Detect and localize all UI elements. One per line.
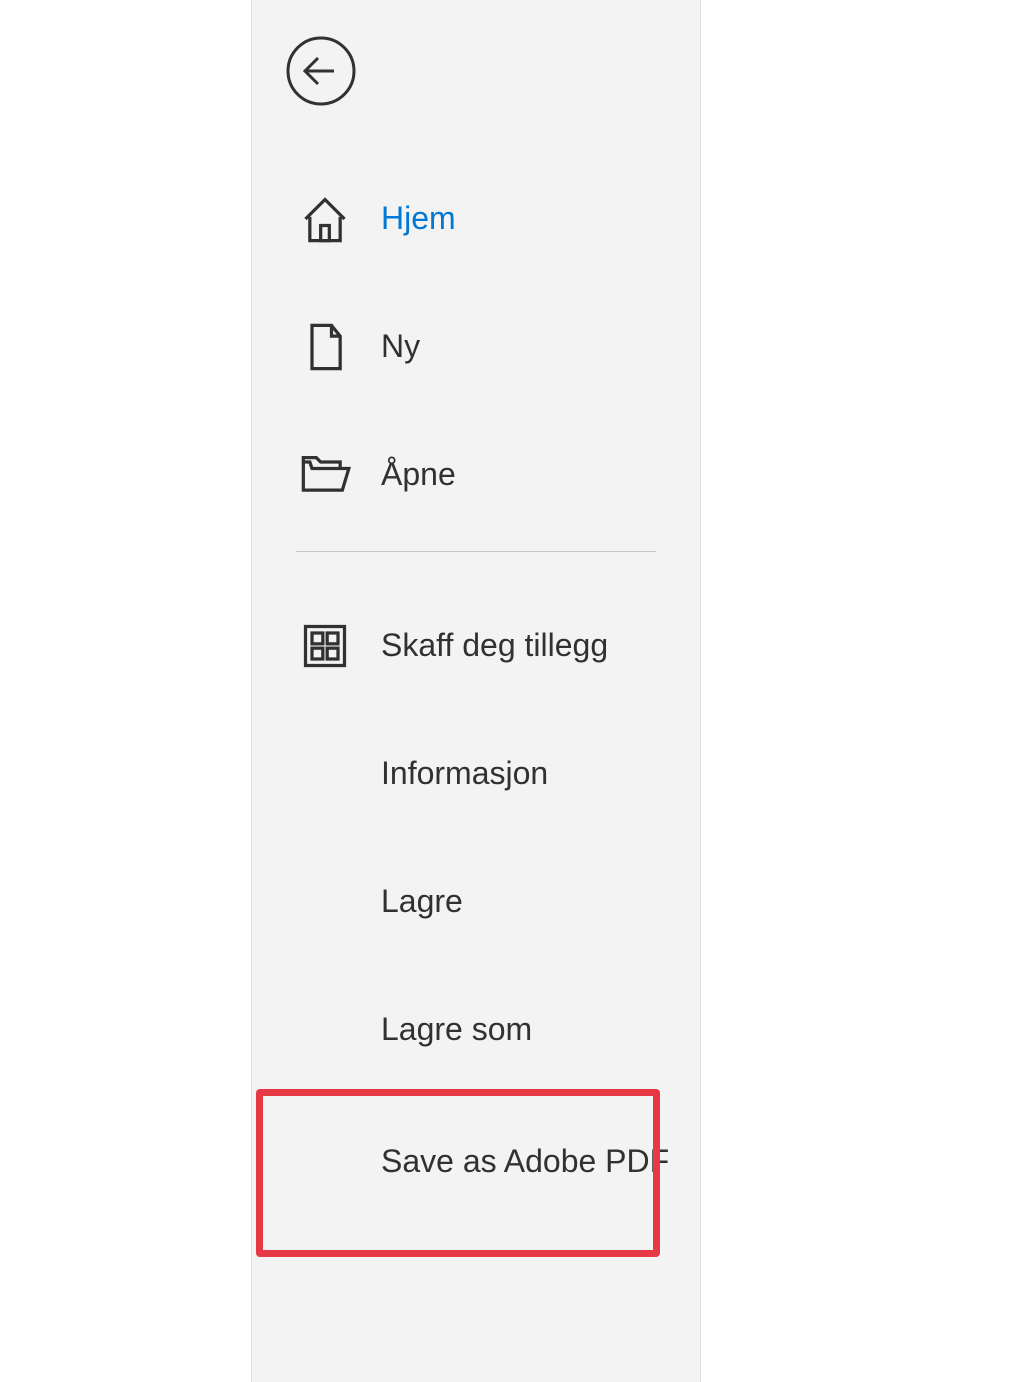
back-button[interactable] [286,38,356,108]
file-menu-sidebar: Hjem Ny Åpne [251,0,701,1382]
menu-label: Hjem [381,198,456,240]
menu-list: Hjem Ny Åpne [252,155,700,1230]
menu-label: Lagre som [381,1009,532,1051]
menu-item-save[interactable]: Lagre [252,838,700,966]
new-file-icon [299,321,351,373]
menu-label: Informasjon [381,753,548,795]
menu-item-save-adobe-pdf[interactable]: Save as Adobe PDF [252,1094,700,1230]
menu-item-info[interactable]: Informasjon [252,710,700,838]
menu-item-open[interactable]: Åpne [252,411,700,539]
addins-icon [299,620,351,672]
empty-icon-slot [299,748,351,800]
menu-item-home[interactable]: Hjem [252,155,700,283]
menu-divider [296,551,656,552]
menu-item-addins[interactable]: Skaff deg tillegg [252,582,700,710]
empty-icon-slot [299,1136,351,1188]
menu-label: Åpne [381,454,456,496]
empty-icon-slot [299,1004,351,1056]
empty-icon-slot [299,876,351,928]
folder-open-icon [299,449,351,501]
menu-label: Lagre [381,881,463,923]
menu-item-new[interactable]: Ny [252,283,700,411]
menu-label: Skaff deg tillegg [381,625,608,667]
home-icon [299,193,351,245]
menu-item-save-as[interactable]: Lagre som [252,966,700,1094]
menu-label: Ny [381,326,420,368]
back-arrow-icon [286,36,356,111]
menu-label: Save as Adobe PDF [381,1141,669,1183]
